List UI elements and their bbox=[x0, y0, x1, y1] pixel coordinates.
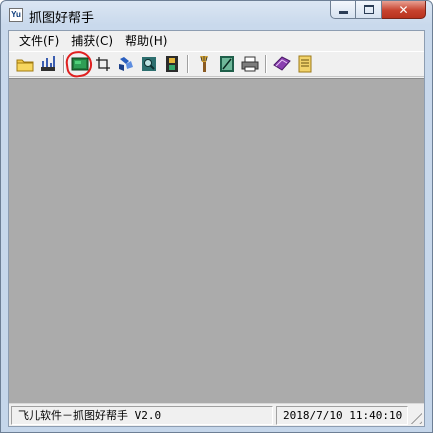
toolbar-separator bbox=[187, 55, 189, 73]
open-folder-icon bbox=[16, 59, 33, 72]
capture-object-button[interactable] bbox=[116, 55, 135, 74]
notes-button[interactable] bbox=[295, 55, 314, 74]
edit-image-button[interactable] bbox=[217, 55, 236, 74]
capture-screen-button[interactable] bbox=[64, 48, 94, 79]
close-icon: ✕ bbox=[398, 2, 409, 17]
menu-capture[interactable]: 捕获(C) bbox=[65, 32, 119, 50]
status-app-info: 飞儿软件－抓图好帮手 V2.0 bbox=[11, 406, 273, 425]
capture-region-button[interactable] bbox=[93, 55, 112, 74]
window-title: 抓图好帮手 bbox=[29, 11, 95, 26]
close-button[interactable]: ✕ bbox=[382, 1, 426, 19]
menu-file[interactable]: 文件(F) bbox=[13, 32, 65, 50]
maximize-button[interactable] bbox=[356, 1, 382, 19]
edit-image-icon bbox=[219, 56, 234, 72]
client-area: 文件(F) 捕获(C) 帮助(H) 飞儿软件－抓图好帮手 V2.0 2018/7… bbox=[8, 30, 425, 427]
zoom-preview-icon bbox=[141, 57, 156, 71]
help-book-icon bbox=[272, 56, 291, 71]
toolbar bbox=[9, 48, 424, 79]
status-datetime: 2018/7/10 11:40:10 bbox=[276, 406, 408, 425]
capture-object-icon bbox=[118, 57, 133, 71]
minimize-button[interactable] bbox=[330, 1, 356, 19]
help-book-button[interactable] bbox=[272, 55, 291, 74]
minimize-icon bbox=[338, 11, 348, 14]
toolbar-separator bbox=[63, 55, 65, 73]
app-icon[interactable]: Yu bbox=[9, 8, 23, 22]
caption-buttons: ✕ bbox=[330, 1, 426, 21]
save-button[interactable] bbox=[38, 55, 57, 74]
zoom-preview-button[interactable] bbox=[139, 55, 158, 74]
print-icon bbox=[241, 56, 258, 72]
maximize-icon bbox=[363, 5, 374, 14]
resize-grip[interactable] bbox=[410, 412, 422, 424]
paint-brush-button[interactable] bbox=[194, 55, 213, 74]
status-bar: 飞儿软件－抓图好帮手 V2.0 2018/7/10 11:40:10 bbox=[9, 403, 424, 426]
paint-brush-icon bbox=[199, 56, 208, 72]
capture-workspace[interactable] bbox=[9, 78, 424, 403]
toolbar-separator bbox=[265, 55, 267, 73]
menu-help[interactable]: 帮助(H) bbox=[119, 32, 173, 50]
film-capture-button[interactable] bbox=[162, 55, 181, 74]
app-window: Yu 抓图好帮手 ✕ 文件(F) 捕获(C) 帮助(H) 飞儿软件－抓图好帮手 … bbox=[0, 0, 433, 433]
red-annotation-circle bbox=[64, 48, 94, 79]
save-disk-icon bbox=[40, 56, 55, 71]
menu-bar: 文件(F) 捕获(C) 帮助(H) bbox=[9, 31, 424, 51]
print-button[interactable] bbox=[240, 55, 259, 74]
title-bar[interactable]: Yu 抓图好帮手 ✕ bbox=[1, 1, 432, 29]
capture-region-icon bbox=[95, 57, 110, 71]
open-button[interactable] bbox=[15, 55, 34, 74]
notes-icon bbox=[298, 55, 311, 73]
film-capture-icon bbox=[165, 56, 178, 72]
